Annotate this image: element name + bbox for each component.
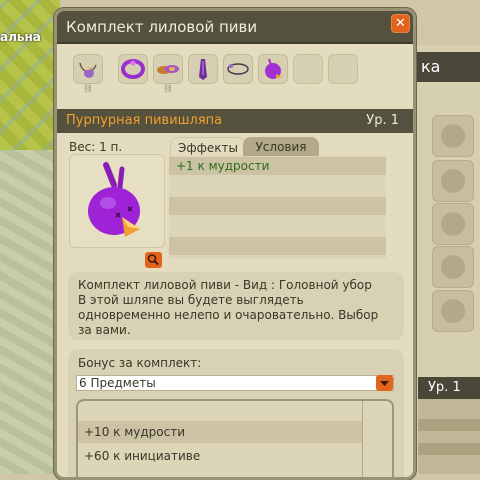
description-line: Комплект лиловой пиви - Вид : Головной у…	[78, 278, 372, 292]
amulet-icon	[79, 62, 97, 78]
item-name: Пурпурная пивишляпа	[66, 113, 223, 128]
divider	[362, 401, 363, 477]
effect-row-empty	[169, 217, 386, 235]
background-slot-pet[interactable]	[432, 290, 474, 332]
set-bonus-selected: 6 Предметы	[79, 376, 156, 390]
close-button[interactable]: ✕	[391, 14, 410, 33]
bonus-row: +60 к инициативе	[84, 449, 201, 463]
background-level-area	[418, 399, 480, 474]
set-bonus-label: Бонус за комплект:	[78, 356, 202, 370]
link-icon: ⛓	[82, 84, 94, 93]
link-icon: ⛓	[162, 84, 174, 93]
set-bonus-panel: Бонус за комплект: 6 Предметы +10 к мудр…	[68, 349, 404, 477]
background-slot-weapon[interactable]	[432, 160, 474, 202]
tab-conditions[interactable]: Условия	[243, 137, 319, 157]
item-slot-empty[interactable]	[328, 54, 358, 84]
background-level: Ур. 1	[418, 377, 480, 399]
ring-icon	[227, 63, 249, 75]
title-bar[interactable]: Комплект лиловой пиви ✕	[57, 11, 413, 44]
background-slot-amulet[interactable]	[432, 203, 474, 245]
background-map-label: альна	[0, 30, 41, 44]
item-slot-ring[interactable]	[223, 54, 253, 84]
hat-icon	[265, 58, 283, 79]
dropdown-arrow-button[interactable]	[376, 375, 393, 391]
item-image	[69, 154, 165, 248]
cape-icon	[199, 59, 207, 80]
item-description: Комплект лиловой пиви - Вид : Головной у…	[68, 272, 404, 340]
tab-effects[interactable]: Эффекты	[170, 137, 246, 158]
description-line: одновременно нелепо и очаровательно. Выб…	[78, 308, 379, 322]
item-name-bar: Пурпурная пивишляпа Ур. 1	[57, 109, 413, 133]
set-window: Комплект лиловой пиви ✕ ⛓ ⛓ Пурпурная пи…	[54, 8, 416, 480]
window-title: Комплект лиловой пиви	[66, 18, 258, 36]
effect-row-empty	[169, 177, 386, 195]
description-line: В этой шляпе вы будете выглядеть	[78, 293, 304, 307]
set-bonus-list: +10 к мудрости +60 к инициативе	[76, 399, 394, 477]
item-slot-boots[interactable]	[153, 54, 183, 84]
bonus-row: +10 к мудрости	[78, 421, 362, 443]
background-water	[0, 150, 60, 474]
item-slot-belt[interactable]	[118, 54, 148, 84]
background-slot-helmet[interactable]	[432, 115, 474, 157]
search-icon	[147, 254, 159, 266]
effect-row-empty	[169, 237, 386, 255]
item-level: Ур. 1	[366, 113, 399, 128]
set-bonus-dropdown[interactable]: 6 Предметы	[76, 375, 394, 391]
item-slot-amulet[interactable]	[73, 54, 103, 84]
description-line: за вами.	[78, 323, 131, 337]
belt-icon	[121, 59, 145, 79]
effect-row: +1 к мудрости	[169, 157, 386, 175]
background-panel-header: ка	[405, 52, 480, 82]
item-slot-hat[interactable]	[258, 54, 288, 84]
boots-icon	[157, 65, 179, 74]
hat-icon	[88, 162, 140, 237]
chevron-down-icon	[380, 381, 389, 386]
effects-panel: +1 к мудрости	[169, 156, 386, 259]
background-slot-cape[interactable]	[432, 246, 474, 288]
item-slot-empty[interactable]	[293, 54, 323, 84]
item-slot-cape[interactable]	[188, 54, 218, 84]
item-weight: Вес: 1 п.	[69, 140, 123, 154]
zoom-button[interactable]	[145, 252, 162, 268]
effect-row-empty	[169, 197, 386, 215]
